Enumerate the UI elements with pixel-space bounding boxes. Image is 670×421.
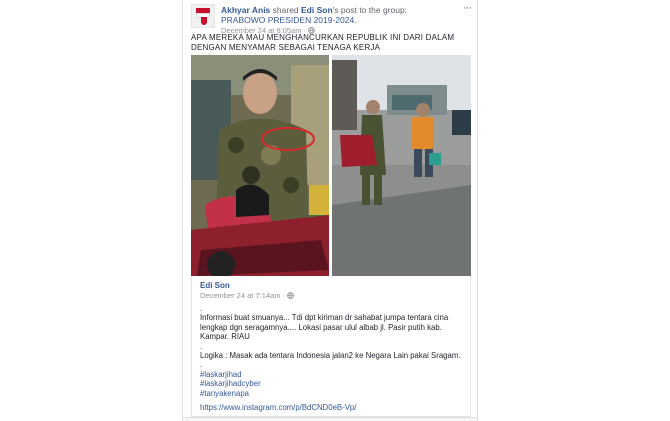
group-link[interactable]: PRABOWO PRESIDEN 2019-2024. [221,15,357,25]
body-dot: . [200,304,203,313]
body-dot: . [200,341,203,351]
photo-grid [191,55,471,276]
shared-meta-separator: · [280,291,288,300]
hashtag-link[interactable]: #laskarjihadcyber [200,379,464,388]
post-caption: APA MEREKA MAU MENGHANCURKAN REPUBLIK IN… [191,33,455,52]
shared-author-name[interactable]: Edi Son [200,281,464,290]
photo-soldier-street[interactable] [332,55,471,276]
post-header: Akhyar Anis shared Edi Son's post to the… [191,2,472,35]
more-options-icon[interactable]: ··· [463,2,472,14]
photo-soldier-closeup[interactable] [191,55,329,276]
shared-author-link[interactable]: Edi Son [301,5,333,15]
globe-icon [287,292,295,299]
card-bottom-divider [183,417,477,421]
hashtag-link[interactable]: #tanyakenapa [200,389,464,398]
instagram-link[interactable]: https://www.instagram.com/p/BdCND0eB-Vp/ [200,403,464,412]
shared-post-meta: December 24 at 7:14am · [200,291,464,300]
post-card: Akhyar Anis shared Edi Son's post to the… [182,0,478,421]
post-header-text: Akhyar Anis shared Edi Son's post to the… [221,5,453,36]
shared-post-content: Edi Son December 24 at 7:14am · . Inform… [200,281,464,412]
post-to-group-text: 's post to the group: [332,5,408,15]
photo-soldier-closeup-image [191,55,329,276]
shared-verb: shared [270,5,302,15]
body-paragraph-logic: Logika : Masak ada tentara Indonesia jal… [200,351,461,361]
shared-post-body: . Informasi buat smuanya... Tdi dpt kiri… [200,304,464,398]
body-paragraph-info: Informasi buat smuanya... Tdi dpt kirima… [200,313,449,342]
emblem-icon [201,17,207,25]
group-avatar[interactable] [191,4,215,28]
shared-post-timestamp[interactable]: December 24 at 7:14am [200,291,280,300]
body-dot: . [200,360,203,370]
hashtag-link[interactable]: #laskarjihad [200,370,464,379]
author-link[interactable]: Akhyar Anis [221,5,270,15]
shared-post-box: Edi Son December 24 at 7:14am · . Inform… [191,276,471,417]
photo-soldier-street-image [332,55,471,276]
